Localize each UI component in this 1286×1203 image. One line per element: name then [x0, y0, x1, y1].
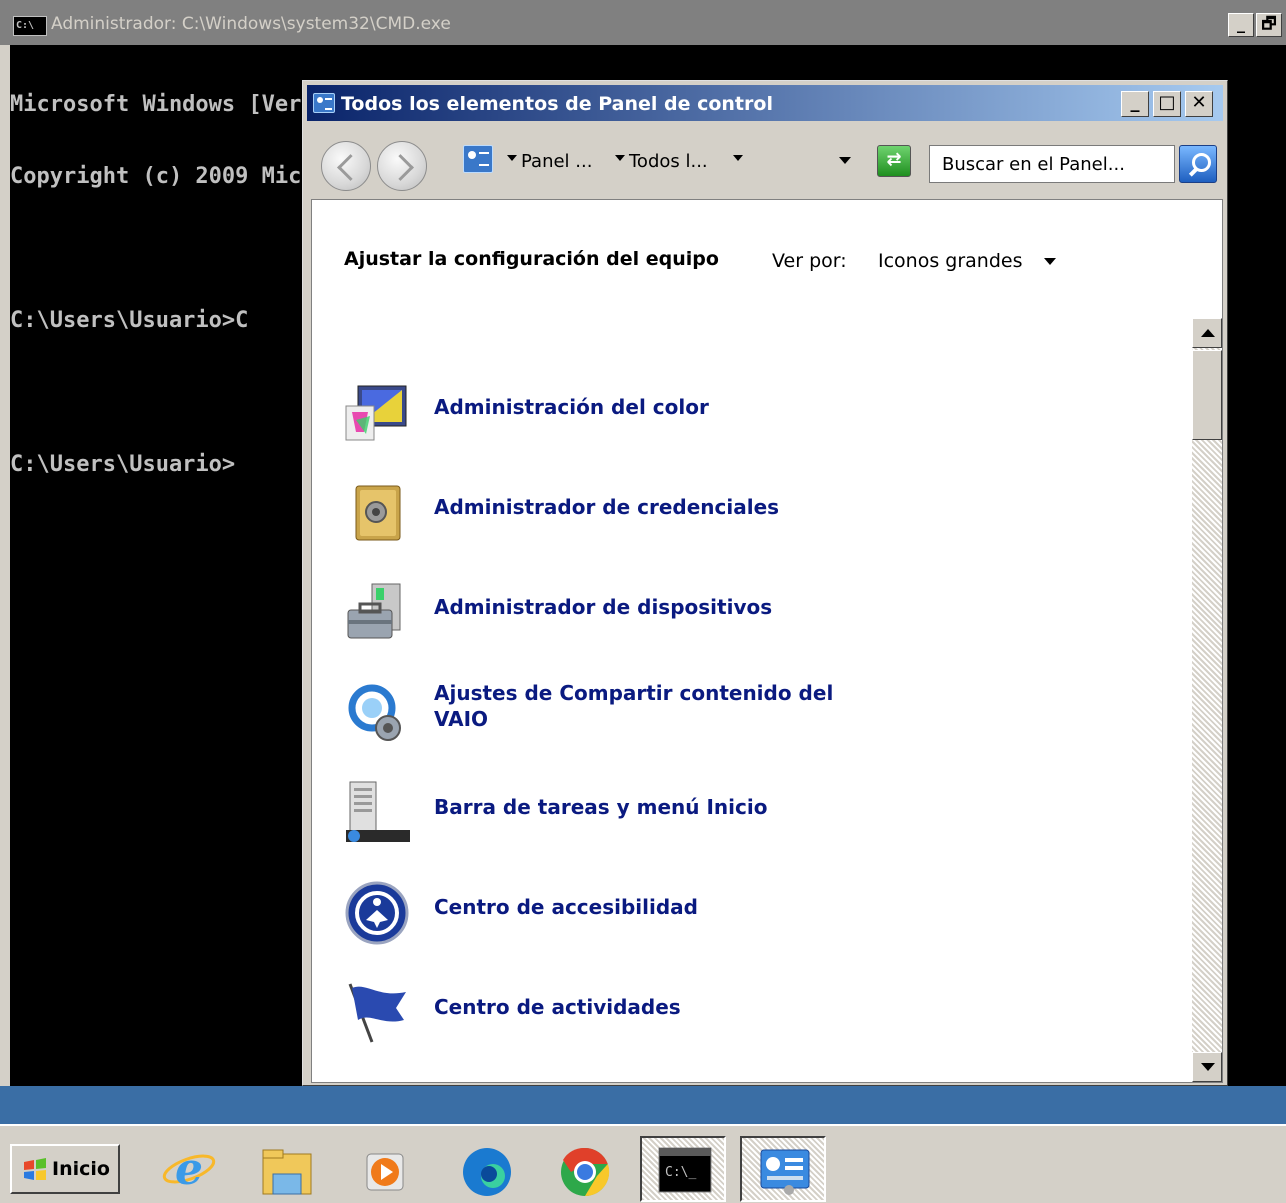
taskbar-chrome[interactable] [542, 1136, 628, 1202]
taskbar-media-player[interactable] [342, 1136, 428, 1202]
color-management-icon [345, 385, 407, 441]
scroll-up-button[interactable] [1192, 318, 1222, 348]
taskbar-start-menu-icon [346, 781, 410, 842]
item-label[interactable]: Administrador de dispositivos [434, 594, 834, 620]
list-item[interactable]: Barra de tareas y menú Inicio [344, 770, 1044, 850]
taskbar: Inicio e C:\_ [0, 1124, 1286, 1203]
action-center-flag-icon [348, 983, 406, 1043]
list-item[interactable]: Centro de actividades [344, 970, 1044, 1050]
device-manager-icon [347, 583, 401, 639]
start-label: Inicio [52, 1158, 110, 1180]
taskbar-internet-explorer[interactable]: e [146, 1136, 232, 1202]
control-panel-icon [760, 1149, 810, 1195]
media-player-icon [366, 1153, 404, 1191]
cmd-restore-button[interactable]: 🗗 [1256, 13, 1282, 37]
start-button[interactable]: Inicio [10, 1144, 120, 1194]
breadcrumb-all-items[interactable]: Todos l... [629, 151, 708, 172]
close-button[interactable]: ✕ [1185, 91, 1213, 117]
desktop-strip [0, 1086, 1286, 1124]
view-by-dropdown[interactable]: Iconos grandes [878, 250, 1023, 272]
taskbar-file-explorer[interactable] [244, 1136, 330, 1202]
credential-manager-icon [355, 485, 401, 541]
view-by-label: Ver por: [772, 250, 847, 272]
control-panel-address-icon [463, 145, 493, 173]
breadcrumb-panel[interactable]: Panel ... [521, 151, 592, 172]
search-icon[interactable] [1179, 145, 1217, 183]
cmd-icon: C:\_ [658, 1147, 712, 1193]
taskbar-edge[interactable] [444, 1136, 530, 1202]
control-panel-icon [313, 93, 335, 113]
cmd-icon-label: C:\_ [665, 1165, 696, 1180]
chevron-down-icon[interactable] [1044, 258, 1056, 265]
item-label[interactable]: Ajustes de Compartir contenido del VAIO [434, 680, 834, 732]
chrome-icon [561, 1147, 610, 1197]
file-explorer-icon [262, 1149, 312, 1195]
chevron-down-icon[interactable] [615, 155, 625, 161]
taskbar-cmd[interactable]: C:\_ [640, 1136, 726, 1202]
item-label[interactable]: Barra de tareas y menú Inicio [434, 794, 834, 820]
scrollbar-thumb[interactable] [1192, 350, 1222, 440]
control-panel-title: Todos los elementos de Panel de control [341, 93, 773, 115]
accessibility-center-icon [345, 881, 409, 945]
internet-explorer-icon: e [162, 1144, 216, 1194]
control-panel-window: Todos los elementos de Panel de control … [302, 80, 1228, 1086]
item-label[interactable]: Administración del color [434, 394, 834, 420]
item-label[interactable]: Centro de accesibilidad [434, 894, 834, 920]
cmd-minimize-button[interactable]: _ [1228, 13, 1254, 37]
maximize-button[interactable]: □ [1153, 91, 1181, 117]
item-label[interactable]: Centro de actividades [434, 994, 834, 1020]
svg-text:e: e [175, 1144, 203, 1194]
list-item[interactable]: Ajustes de Compartir contenido del VAIO [344, 670, 1044, 750]
cmd-window-title: Administrador: C:\Windows\system32\CMD.e… [51, 14, 451, 34]
control-panel-content: Ajustar la configuración del equipo Ver … [311, 199, 1223, 1083]
refresh-button[interactable]: ⇄ [877, 145, 911, 177]
cmd-titlebar[interactable]: C:\ Administrador: C:\Windows\system32\C… [0, 0, 1286, 45]
navigation-toolbar: Panel ... Todos l... ⇄ Buscar en el Pane… [307, 123, 1223, 199]
address-history-dropdown[interactable] [839, 157, 851, 164]
windows-logo-icon [24, 1158, 46, 1180]
list-item[interactable]: Centro de accesibilidad [344, 870, 1044, 950]
vaio-sharing-icon [348, 684, 401, 741]
list-item[interactable]: Administrador de dispositivos [344, 570, 1044, 650]
minimize-button[interactable]: _ [1121, 91, 1149, 117]
page-title: Ajustar la configuración del equipo [344, 248, 719, 270]
cmd-window-icon: C:\ [13, 16, 47, 36]
chevron-down-icon[interactable] [507, 155, 517, 161]
list-item[interactable]: Administrador de credenciales [344, 470, 1044, 550]
item-label[interactable]: Administrador de credenciales [434, 494, 834, 520]
address-bar[interactable]: Panel ... Todos l... [457, 141, 859, 179]
control-panel-titlebar[interactable]: Todos los elementos de Panel de control … [307, 85, 1223, 121]
forward-button[interactable] [377, 141, 427, 191]
back-button[interactable] [321, 141, 371, 191]
list-item[interactable]: Administración del color [344, 370, 1044, 450]
vertical-scrollbar[interactable] [1192, 318, 1222, 1082]
edge-icon [463, 1148, 511, 1196]
scroll-down-button[interactable] [1192, 1052, 1222, 1082]
search-input[interactable]: Buscar en el Panel... [929, 145, 1175, 183]
chevron-down-icon[interactable] [733, 155, 743, 161]
taskbar-control-panel[interactable] [740, 1136, 826, 1202]
